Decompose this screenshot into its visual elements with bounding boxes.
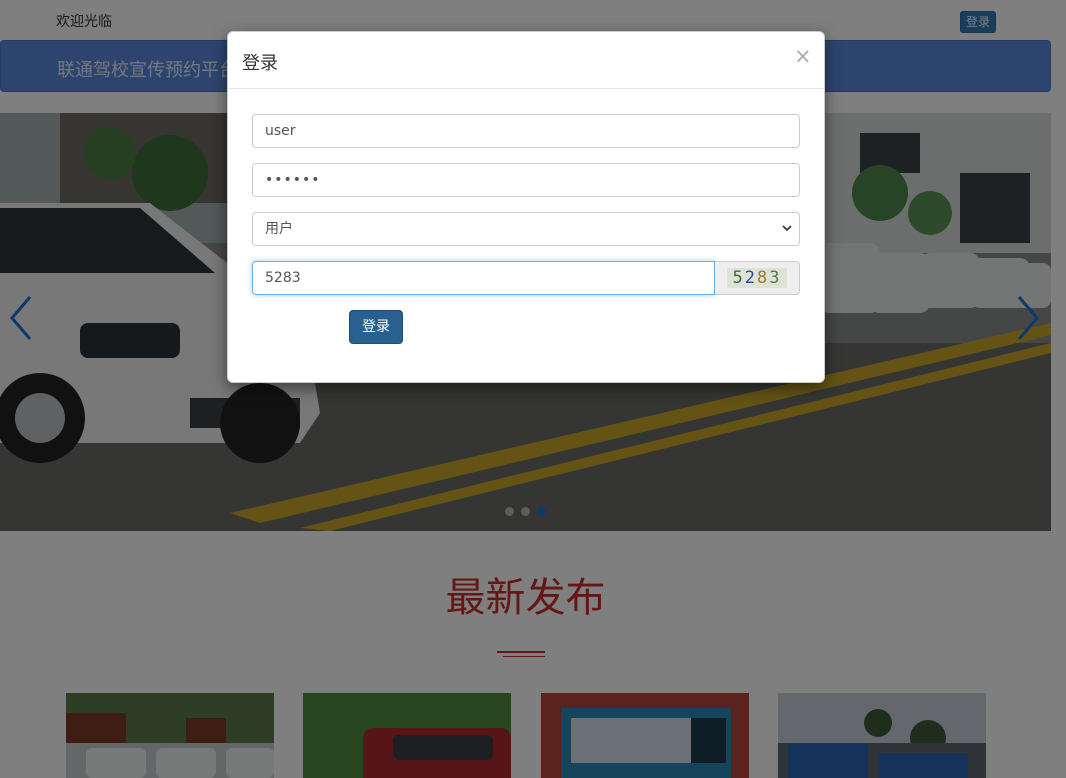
login-submit-button[interactable]: 登录 [349,310,403,344]
chevron-down-icon [782,225,792,232]
captcha-input[interactable]: 5283 [252,261,715,295]
password-input[interactable]: •••••• [252,163,800,197]
captcha-image[interactable]: 5283 [727,268,787,288]
captcha-char: 5 [732,268,745,288]
captcha-char: 8 [757,268,770,288]
username-input[interactable]: user [252,114,800,148]
captcha-char: 2 [744,268,757,288]
modal-title: 登录 [242,53,278,74]
role-select[interactable]: 用户 [252,212,800,246]
login-modal: 登录 × user •••••• 用户 5283 5283 登录 [227,31,825,383]
close-icon[interactable]: × [794,46,812,67]
captcha-char: 3 [769,268,782,288]
captcha-addon[interactable]: 5283 [715,261,800,295]
role-select-value: 用户 [265,221,293,237]
modal-header: 登录 × [228,32,824,89]
